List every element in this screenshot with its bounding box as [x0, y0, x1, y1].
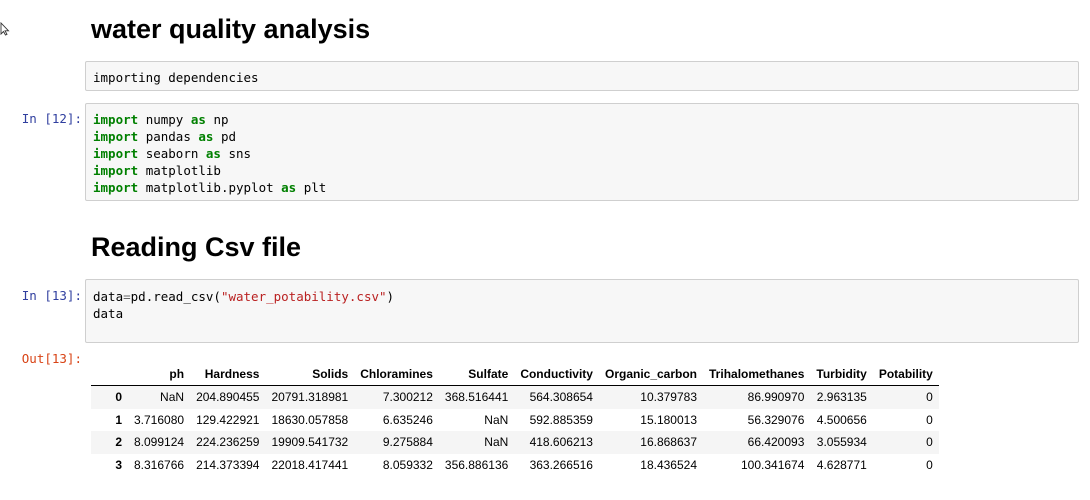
table-cell: 0 — [926, 412, 933, 427]
table-cell: 129.422921 — [196, 412, 260, 427]
table-row: 0 NaN 204.890455 20791.318981 7.300212 3… — [91, 385, 939, 409]
table-row: 3 8.316766 214.373394 22018.417441 8.059… — [91, 453, 939, 476]
table-cell: 7.300212 — [382, 390, 433, 405]
column-header: ph — [128, 362, 191, 386]
table-cell: 86.990970 — [747, 390, 805, 405]
markdown-cell[interactable]: importing dependencies — [85, 61, 1079, 91]
table-cell: 224.236259 — [196, 435, 260, 450]
table-cell: NaN — [160, 390, 185, 405]
import-line: import pandas as pd — [93, 129, 237, 144]
import-line: import matplotlib.pyplot as plt — [93, 180, 327, 195]
row-index: 0 — [115, 390, 122, 405]
table-cell: 22018.417441 — [271, 457, 349, 472]
table-cell: 18.436524 — [640, 457, 698, 472]
column-header: Turbidity — [810, 362, 873, 386]
row-index: 2 — [115, 435, 122, 450]
table-cell: 66.420093 — [747, 435, 805, 450]
dataframe-table: ph Hardness Solids Chloramines Sulfate C… — [91, 362, 939, 476]
table-cell: 100.341674 — [740, 457, 805, 472]
table-cell: NaN — [484, 412, 509, 427]
output-prompt-13: Out[13]: — [21, 351, 82, 366]
table-cell: 6.635246 — [382, 412, 433, 427]
table-cell: 363.266516 — [529, 457, 593, 472]
row-index: 1 — [115, 412, 122, 427]
table-cell: 16.868637 — [640, 435, 698, 450]
table-cell: 19909.541732 — [271, 435, 349, 450]
table-row: 2 8.099124 224.236259 19909.541732 9.275… — [91, 431, 939, 454]
table-row: 1 3.716080 129.422921 18630.057858 6.635… — [91, 408, 939, 431]
code-line: data=pd.read_csv("water_potability.csv") — [93, 289, 395, 304]
table-cell: 4.628771 — [816, 457, 867, 472]
table-cell: 15.180013 — [640, 412, 698, 427]
table-cell: 8.059332 — [382, 457, 433, 472]
section-heading: Reading Csv file — [91, 232, 302, 262]
table-cell: 8.316766 — [134, 457, 185, 472]
table-cell: 10.379783 — [640, 390, 698, 405]
code-cell-imports[interactable]: import numpy as np import pandas as pd i… — [85, 103, 1079, 201]
table-cell: 9.275884 — [382, 435, 433, 450]
column-header: Conductivity — [514, 362, 599, 386]
markdown-text: importing dependencies — [93, 70, 259, 85]
table-cell: 356.886136 — [444, 457, 509, 472]
table-cell: 564.308654 — [529, 390, 593, 405]
import-line: import numpy as np — [93, 112, 229, 127]
column-header: Organic_carbon — [598, 362, 704, 386]
table-cell: NaN — [484, 435, 509, 450]
mouse-cursor-icon — [0, 22, 10, 36]
table-cell: 3.716080 — [134, 412, 185, 427]
input-prompt-12: In [12]: — [21, 111, 82, 126]
table-cell: 418.606213 — [529, 435, 593, 450]
table-cell: 368.516441 — [444, 390, 509, 405]
code-line: data — [93, 306, 124, 321]
table-cell: 56.329076 — [747, 412, 805, 427]
page-title: water quality analysis — [91, 14, 371, 44]
table-header-row: ph Hardness Solids Chloramines Sulfate C… — [91, 362, 939, 386]
column-header: Potability — [872, 362, 939, 386]
input-prompt-13: In [13]: — [21, 288, 82, 303]
table-cell: 0 — [926, 435, 933, 450]
import-line: import seaborn as sns — [93, 146, 252, 161]
import-line: import matplotlib — [93, 163, 221, 178]
column-header: Solids — [265, 362, 355, 386]
table-cell: 0 — [926, 457, 933, 472]
column-header: Chloramines — [354, 362, 439, 386]
column-header — [91, 362, 128, 386]
column-header: Hardness — [190, 362, 266, 386]
table-cell: 20791.318981 — [271, 390, 349, 405]
table-cell: 204.890455 — [196, 390, 260, 405]
table-cell: 0 — [926, 390, 933, 405]
code-cell-read-csv[interactable]: data=pd.read_csv("water_potability.csv")… — [85, 279, 1079, 343]
table-cell: 18630.057858 — [271, 412, 349, 427]
row-index: 3 — [115, 457, 122, 472]
table-cell: 592.885359 — [529, 412, 593, 427]
table-cell: 214.373394 — [196, 457, 260, 472]
column-header: Trihalomethanes — [703, 362, 811, 386]
column-header: Sulfate — [438, 362, 515, 386]
table-cell: 4.500656 — [816, 412, 867, 427]
table-cell: 2.963135 — [816, 390, 867, 405]
table-cell: 8.099124 — [134, 435, 185, 450]
table-cell: 3.055934 — [816, 435, 867, 450]
